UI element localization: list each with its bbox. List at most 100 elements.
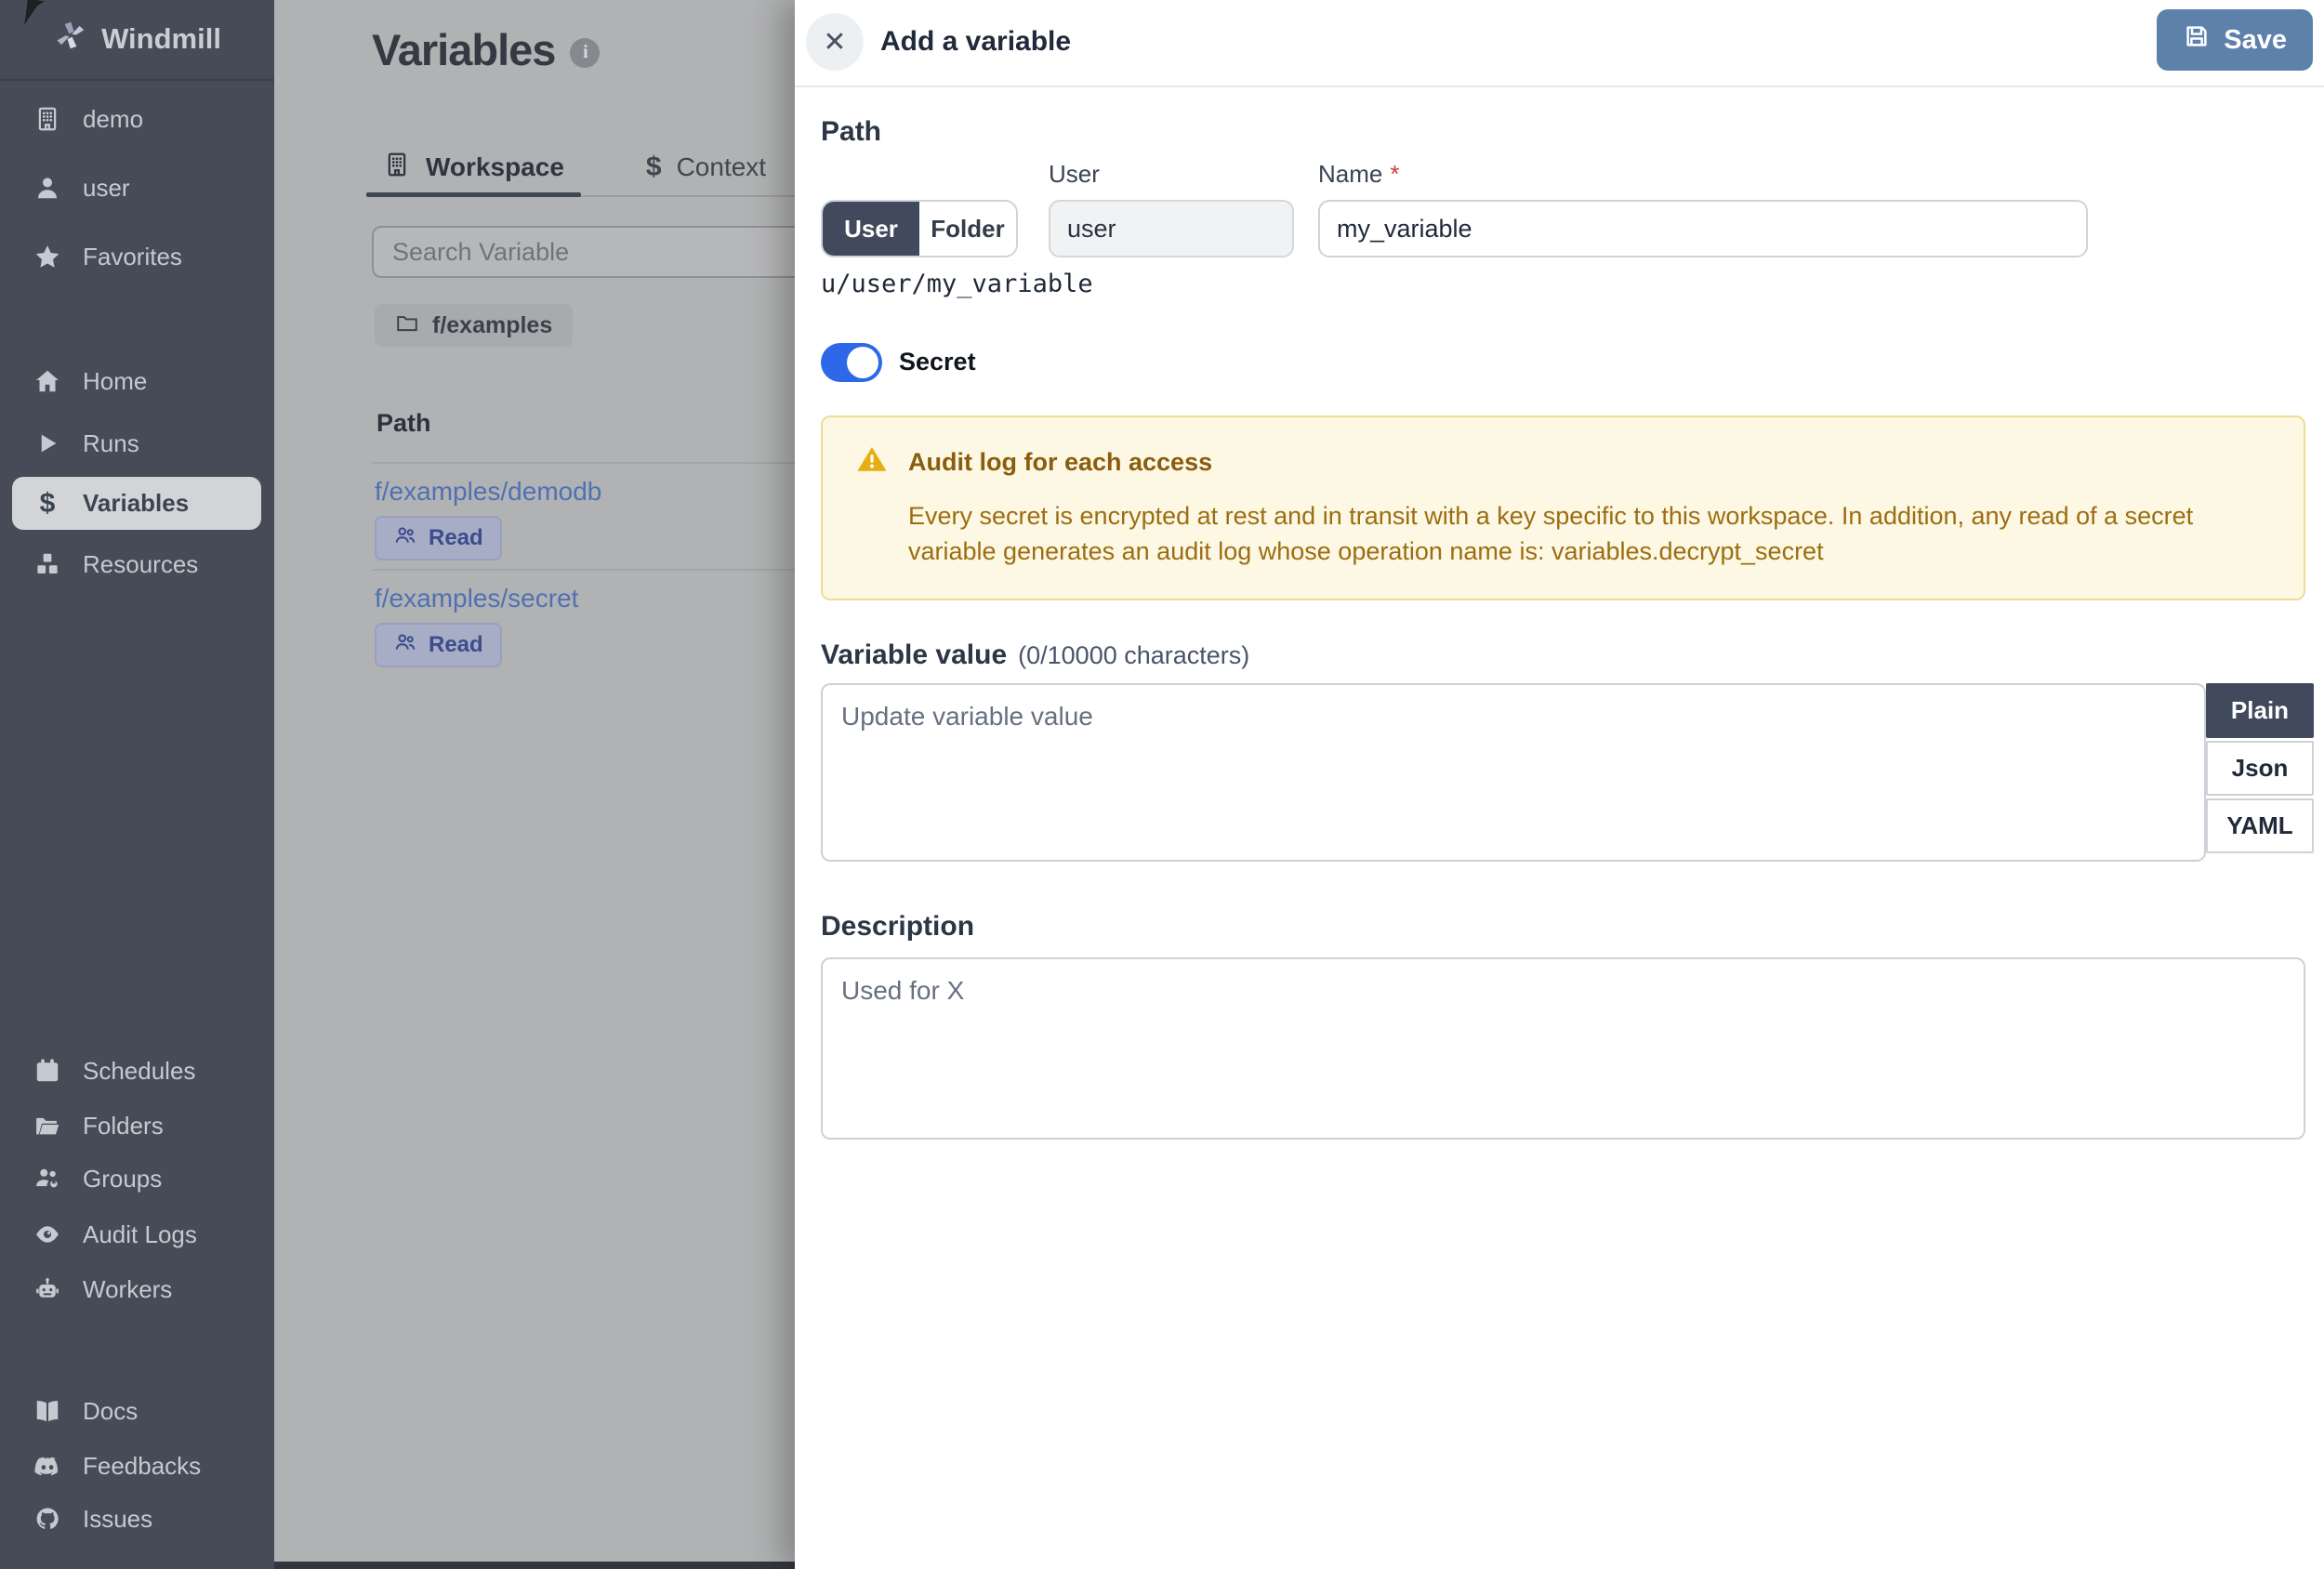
discord-icon [33,1451,62,1481]
format-yaml-button[interactable]: YAML [2206,798,2314,853]
name-field-label: Name * [1318,160,1399,189]
audit-warning-banner: Audit log for each access Every secret i… [821,415,2305,600]
secret-toggle-label: Secret [899,348,976,376]
secret-toggle[interactable] [821,343,882,382]
robot-icon [33,1274,62,1304]
sidebar-item-favorites[interactable]: Favorites [0,235,274,278]
page-title-text: Variables [372,25,556,74]
sidebar-item-label: Folders [83,1111,164,1140]
warning-triangle-icon [856,443,888,481]
sidebar-divider [0,79,274,81]
sidebar-item-home[interactable]: Home [0,360,274,402]
folder-filter-chip[interactable]: f/examples [375,304,574,347]
sidebar: Windmill demo user Favorites Home Runs $… [0,0,274,1569]
dollar-icon: $ [39,487,56,519]
section-heading-path: Path [821,116,882,147]
sidebar-item-label: user [83,173,130,202]
owner-kind-user-button[interactable]: User [823,202,919,256]
sidebar-item-variables[interactable]: $ Variables [12,477,261,530]
section-heading-description: Description [821,911,975,942]
save-label: Save [2224,24,2287,55]
owner-input[interactable] [1049,200,1294,257]
permission-badge: Read [375,623,502,667]
cubes-icon [33,549,62,579]
windmill-logo-icon [53,18,88,60]
variable-link[interactable]: f/examples/secret [375,584,578,613]
sidebar-item-label: Schedules [83,1056,196,1085]
save-button[interactable]: Save [2157,9,2313,71]
sidebar-item-docs[interactable]: Docs [0,1390,274,1432]
sidebar-item-groups[interactable]: Groups [0,1157,274,1200]
tab-label: Workspace [426,152,564,181]
sidebar-item-label: Favorites [83,242,182,270]
folder-icon [395,310,419,341]
eye-icon [33,1220,62,1249]
format-plain-button[interactable]: Plain [2206,683,2314,738]
sidebar-item-feedbacks[interactable]: Feedbacks [0,1444,274,1487]
sidebar-item-label: Docs [83,1396,139,1425]
required-asterisk: * [1390,160,1400,188]
calendar-icon [33,1056,62,1086]
sidebar-item-runs[interactable]: Runs [0,422,274,465]
sidebar-item-label: Resources [83,549,199,578]
play-icon [33,429,62,458]
drawer-title: Add a variable [880,26,1072,57]
users-icon [393,630,417,661]
info-icon[interactable]: i [570,37,601,68]
permission-label: Read [429,525,483,550]
windmill-logo[interactable]: Windmill [0,13,274,65]
description-textarea[interactable] [821,957,2305,1140]
drawer-header: ✕ Add a variable Save [795,0,2324,87]
variable-value-textarea[interactable] [821,683,2206,862]
building-icon [33,104,62,134]
sidebar-item-label: Home [83,366,148,395]
permission-label: Read [429,632,483,657]
value-heading-text: Variable value [821,639,1008,670]
sidebar-item-schedules[interactable]: Schedules [0,1049,274,1092]
tab-context[interactable]: $ Context [635,139,777,195]
sidebar-item-label: Feedbacks [83,1451,202,1480]
sidebar-item-label: Groups [83,1164,163,1193]
owner-kind-folder-button[interactable]: Folder [919,202,1016,256]
format-json-button[interactable]: Json [2206,741,2314,796]
path-preview: u/user/my_variable [821,270,1093,298]
section-heading-value: Variable value (0/10000 characters) [821,639,1249,671]
permission-badge: Read [375,516,502,560]
variable-name-input[interactable] [1318,200,2088,257]
sidebar-item-label: Variables [83,489,190,517]
sidebar-item-workers[interactable]: Workers [0,1268,274,1311]
save-icon [2183,22,2211,58]
variable-link[interactable]: f/examples/demodb [375,477,601,507]
sidebar-item-label: demo [83,104,144,133]
sidebar-item-audit-logs[interactable]: Audit Logs [0,1213,274,1256]
close-icon[interactable]: ✕ [806,13,864,71]
format-selector: Plain Json YAML [2206,683,2314,853]
tab-workspace[interactable]: Workspace [366,139,581,197]
tab-label: Context [676,152,767,181]
brand-name: Windmill [101,22,221,55]
owner-kind-toggle: User Folder [821,200,1018,257]
page-title: Variables i [372,24,601,75]
sidebar-item-issues[interactable]: Issues [0,1497,274,1540]
star-icon [33,242,62,271]
sidebar-item-resources[interactable]: Resources [0,543,274,586]
add-variable-drawer: ✕ Add a variable Save Path User Name * Us… [795,0,2324,1569]
sidebar-item-folders[interactable]: Folders [0,1104,274,1147]
name-label-text: Name [1318,160,1383,188]
sidebar-item-workspace[interactable]: demo [0,98,274,140]
dollar-icon: $ [645,152,662,182]
user-icon [33,173,62,203]
windmill-app: Windmill demo user Favorites Home Runs $… [0,0,2324,1569]
sidebar-item-label: Runs [83,429,139,457]
users-gear-icon [33,1164,62,1193]
sidebar-item-label: Workers [83,1274,173,1303]
home-icon [33,366,62,396]
user-field-label: User [1049,160,1100,188]
users-icon [393,523,417,554]
column-header-path: Path [376,409,431,437]
sidebar-item-label: Audit Logs [83,1220,197,1248]
building-icon [383,151,411,185]
sidebar-item-user[interactable]: user [0,166,274,209]
github-icon [33,1504,62,1534]
book-icon [33,1396,62,1426]
